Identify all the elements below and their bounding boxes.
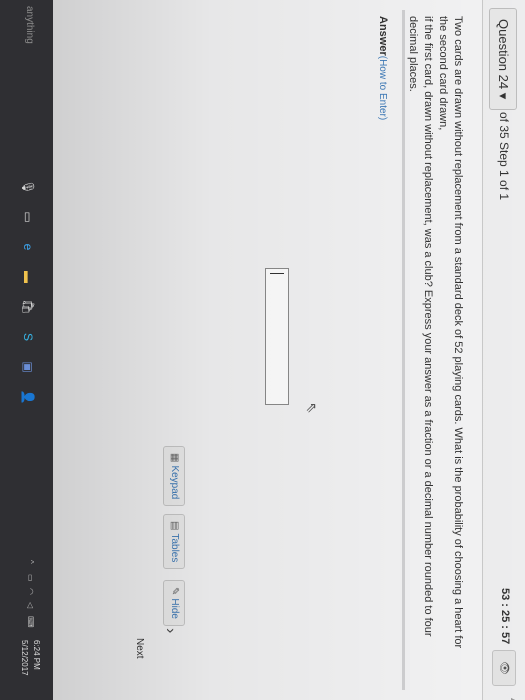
answer-input[interactable]	[265, 268, 289, 405]
question-label: Question 24	[496, 19, 511, 90]
section-divider	[402, 10, 405, 690]
step-indicator: of 35 Step 1 of 1	[497, 112, 511, 201]
microphone-icon[interactable]: 🎙	[19, 178, 37, 196]
store-icon[interactable]: 🛍	[19, 298, 37, 316]
windows-taskbar: anything 🎙 ▭ e ▬ 🛍 S ▣ 👤 ^ ▭ ◠ ◁ ⌨ 6:24 …	[0, 0, 53, 700]
chevron-up-icon[interactable]: ^	[26, 560, 35, 564]
hide-label: Hide	[169, 598, 180, 619]
clock-time[interactable]: 6:24 PM	[32, 640, 41, 670]
keyboard-icon[interactable]: ⌨	[26, 616, 35, 628]
tables-button[interactable]: ▤ Tables	[163, 514, 185, 570]
keypad-label: Keypad	[169, 465, 180, 500]
keypad-icon: ▦	[169, 453, 180, 463]
tables-label: Tables	[169, 533, 180, 563]
rotated-screen: Question 24 ▾ of 35 Step 1 of 1 53 : 25 …	[0, 0, 525, 700]
text-caret	[270, 273, 284, 274]
skype-icon[interactable]: S	[19, 328, 37, 346]
keypad-button[interactable]: ▦ Keypad	[163, 446, 185, 507]
question-selector-dropdown[interactable]: Question 24 ▾	[489, 8, 517, 111]
eye-icon: 👁	[498, 661, 510, 675]
question-line-1: Two cards are drawn without replacement …	[437, 16, 464, 649]
table-icon: ▤	[169, 521, 180, 531]
next-label[interactable]: Next	[134, 638, 145, 659]
pencil-icon: ✎	[169, 587, 180, 596]
clock-date[interactable]: 5/12/2017	[20, 640, 29, 676]
question-line-2: if the first card, drawn without replace…	[407, 16, 434, 637]
next-arrow-button[interactable]: ›	[161, 628, 179, 633]
eye-toggle-button[interactable]: 👁	[492, 650, 516, 686]
app-icon[interactable]: ▣	[19, 358, 37, 376]
task-view-icon[interactable]: ▭	[19, 208, 37, 226]
volume-icon[interactable]: ◁	[26, 602, 35, 608]
scroll-up-icon[interactable]: ▲	[509, 696, 519, 700]
edge-browser-icon[interactable]: e	[19, 238, 37, 256]
chevron-down-icon: ▾	[496, 92, 511, 100]
timer: 53 : 25 : 57	[499, 588, 511, 645]
answer-label: Answer	[377, 16, 389, 56]
hide-button[interactable]: ✎ Hide	[163, 580, 185, 626]
question-header: Question 24 ▾ of 35 Step 1 of 1 53 : 25 …	[482, 0, 525, 700]
answer-label-row: Answer(How to Enter)	[377, 16, 389, 120]
mouse-cursor-icon: ⇖	[304, 402, 320, 414]
battery-icon: ▭	[26, 574, 35, 582]
question-text: Two cards are drawn without replacement …	[405, 16, 465, 656]
file-explorer-icon[interactable]: ▬	[19, 268, 37, 286]
taskbar-search[interactable]: anything	[24, 6, 35, 44]
user-app-icon[interactable]: 👤	[19, 388, 37, 406]
how-to-enter-link[interactable]: (How to Enter)	[377, 56, 388, 120]
wifi-icon[interactable]: ◠	[26, 588, 35, 595]
